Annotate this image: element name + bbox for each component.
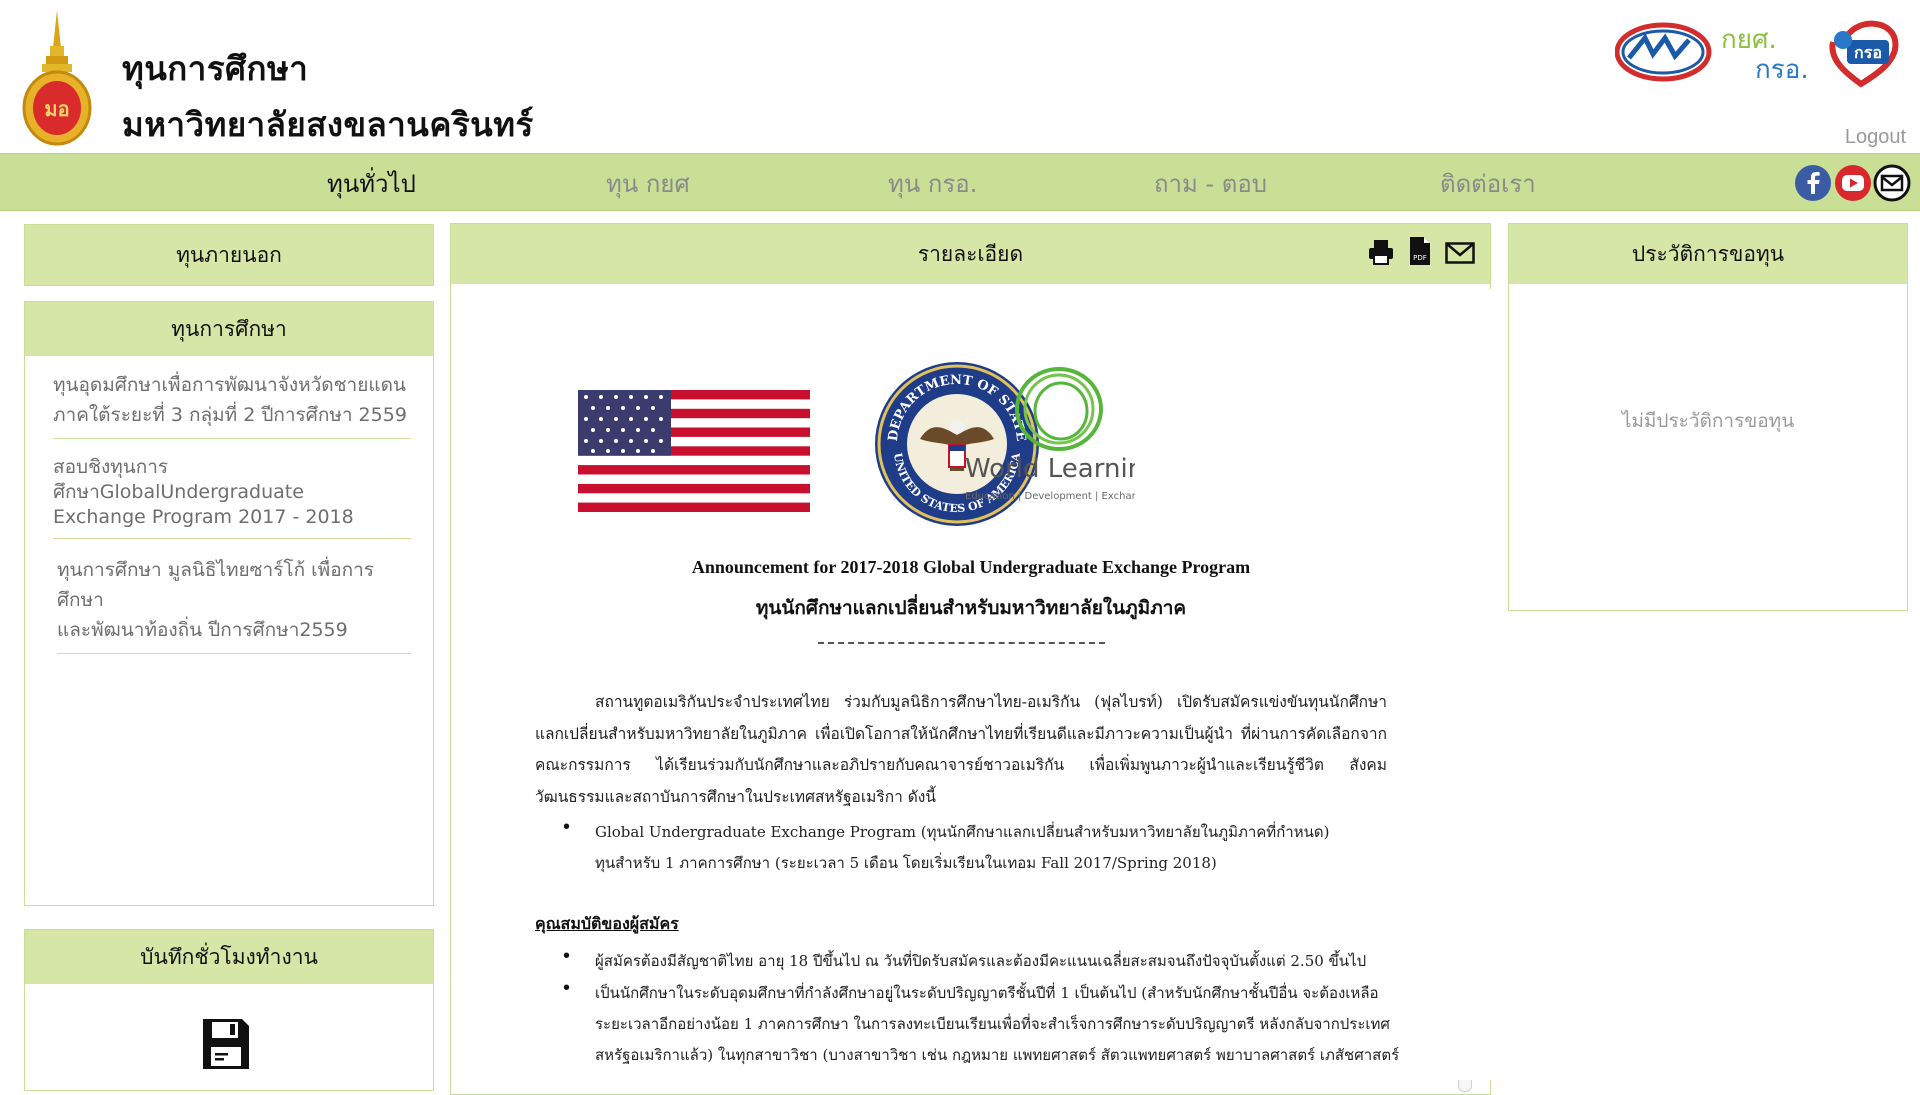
scholarships-header: ทุนการศึกษา — [25, 302, 433, 356]
scholarship-item-line2: ภาคใต้ระยะที่ 3 กลุ่มที่ 2 ปีการศึกษา 25… — [53, 404, 407, 426]
application-history-header: ประวัติการขอทุน — [1509, 224, 1907, 284]
scholarship-item-line1: ทุนการศึกษา มูลนิธิไทยซาร์โก้ เพื่อการศึ… — [57, 559, 374, 611]
qualification-2-line2: ระยะเวลาอีกอย่างน้อย 1 ภาคการศึกษา ในการ… — [595, 1015, 1390, 1033]
work-hours-panel: บันทึกชั่วโมงทำงาน — [24, 929, 434, 1091]
kro-heart-logo-icon[interactable]: กรอ — [1829, 20, 1899, 88]
site-title-line2: มหาวิทยาลัยสงขลานครินทร์ — [122, 105, 534, 144]
detail-header-title: รายละเอียด — [917, 241, 1024, 266]
bullet-marker: • — [563, 945, 571, 967]
qualification-1: ผู้สมัครต้องมีสัญชาติไทย อายุ 18 ปีขึ้นไ… — [595, 952, 1367, 970]
nav-faq[interactable]: ถาม - ตอบ — [1154, 164, 1267, 203]
partner-text-kyosot: กยศ. — [1721, 25, 1777, 55]
site-title-line1: ทุนการศึกษา — [122, 49, 309, 88]
scholarship-item-line2: Exchange Program 2017 - 2018 — [53, 506, 354, 528]
document-divider — [818, 642, 1105, 644]
facebook-icon[interactable] — [1794, 164, 1832, 202]
scholarships-panel: ทุนการศึกษา ทุนอุดมศึกษาเพื่อการพัฒนาจัง… — [24, 301, 434, 906]
scholarship-item-line1: สอบชิงทุนการศึกษาGlobalUndergraduate — [53, 456, 304, 503]
university-emblem-icon[interactable]: มอ — [20, 8, 94, 148]
detail-header: รายละเอียด — [451, 224, 1490, 284]
scholarship-item-line1: ทุนอุดมศึกษาเพื่อการพัฒนาจังหวัดชายแดน — [53, 374, 406, 396]
qualification-2-line3: สหรัฐอเมริกาแล้ว) ในทุกสาขาวิชา (บางสาขา… — [595, 1046, 1400, 1064]
pdf-icon[interactable]: PDF — [1409, 236, 1431, 266]
bullet-marker: • — [563, 816, 571, 838]
work-hours-header: บันทึกชั่วโมงทำงาน — [25, 930, 433, 984]
document-title-en: Announcement for 2017-2018 Global Underg… — [691, 557, 1251, 577]
logout-link[interactable]: Logout — [1845, 126, 1906, 149]
save-icon[interactable] — [200, 1016, 252, 1072]
qualification-2-line1: เป็นนักศึกษาในระดับอุดมศึกษาที่กำลังศึกษ… — [595, 984, 1379, 1002]
kyoso-logo-icon[interactable] — [1615, 22, 1712, 82]
scholarship-item-global-ugrad[interactable]: สอบชิงทุนการศึกษาGlobalUndergraduate Exc… — [53, 449, 411, 539]
external-scholarships-header[interactable]: ทุนภายนอก — [25, 225, 433, 285]
scholarship-item-thai-sarco[interactable]: ทุนการศึกษา มูลนิธิไทยซาร์โก้ เพื่อการศึ… — [57, 549, 411, 654]
application-history-panel: ประวัติการขอทุน ไม่มีประวัติการขอทุน — [1508, 223, 1908, 611]
world-learning-name: World Learning — [965, 454, 1135, 484]
announcement-document: DEPARTMENT OF STATE UNITED STATES OF AME… — [451, 289, 1491, 1080]
scholarship-item-border-provinces[interactable]: ทุนอุดมศึกษาเพื่อการพัฒนาจังหวัดชายแดน ภ… — [53, 364, 411, 439]
us-flag-icon — [578, 390, 810, 512]
document-title-th: ทุนนักศึกษาแลกเปลี่ยนสำหรับมหาวิทยาลัยใน… — [755, 597, 1187, 619]
world-learning-logo-icon: World Learning Education | Development |… — [965, 367, 1135, 502]
partner-logos[interactable]: กยศ. กรอ. กรอ — [1615, 14, 1915, 90]
site-header: มอ ทุนการศึกษา มหาวิทยาลัยสงขลานครินทร์ … — [0, 0, 1920, 153]
mail-icon[interactable] — [1445, 242, 1475, 264]
scholarship-item-line2: และพัฒนาท้องถิ่น ปีการศึกษา2559 — [57, 619, 348, 641]
partner-badge-text: กรอ — [1854, 43, 1882, 62]
nav-general-scholarships[interactable]: ทุนทั่วไป — [327, 164, 416, 203]
svg-text:มอ: มอ — [44, 97, 69, 121]
print-icon[interactable] — [1367, 238, 1395, 266]
partner-text-kro: กรอ. — [1755, 55, 1809, 85]
line-icon[interactable] — [1873, 164, 1911, 202]
no-history-message: ไม่มีประวัติการขอทุน — [1621, 410, 1795, 432]
youtube-icon[interactable] — [1834, 164, 1872, 202]
nav-contact-us[interactable]: ติดต่อเรา — [1440, 164, 1536, 203]
world-learning-tagline: Education | Development | Exchange — [965, 491, 1135, 502]
nav-kro-loans[interactable]: ทุน กรอ. — [888, 164, 977, 203]
document-intro-paragraph: สถานทูตอเมริกันประจำประเทศไทย ร่วมกับมูล… — [535, 693, 1387, 806]
program-bullet: Global Undergraduate Exchange Program (ท… — [595, 823, 1330, 841]
program-duration-line: ทุนสำหรับ 1 ภาคการศึกษา (ระยะเวลา 5 เดือ… — [595, 854, 1217, 872]
bullet-marker: • — [563, 977, 571, 999]
svg-text:PDF: PDF — [1413, 254, 1427, 262]
external-scholarships-panel: ทุนภายนอก — [24, 224, 434, 286]
main-nav: ทุนทั่วไป ทุน กยศ ทุน กรอ. ถาม - ตอบ ติด… — [0, 153, 1920, 211]
nav-kyosot-loans[interactable]: ทุน กยศ — [606, 164, 690, 203]
scholarship-list: ทุนอุดมศึกษาเพื่อการพัฒนาจังหวัดชายแดน ภ… — [25, 356, 433, 654]
qualifications-heading: คุณสมบัติของผู้สมัคร — [535, 914, 679, 933]
